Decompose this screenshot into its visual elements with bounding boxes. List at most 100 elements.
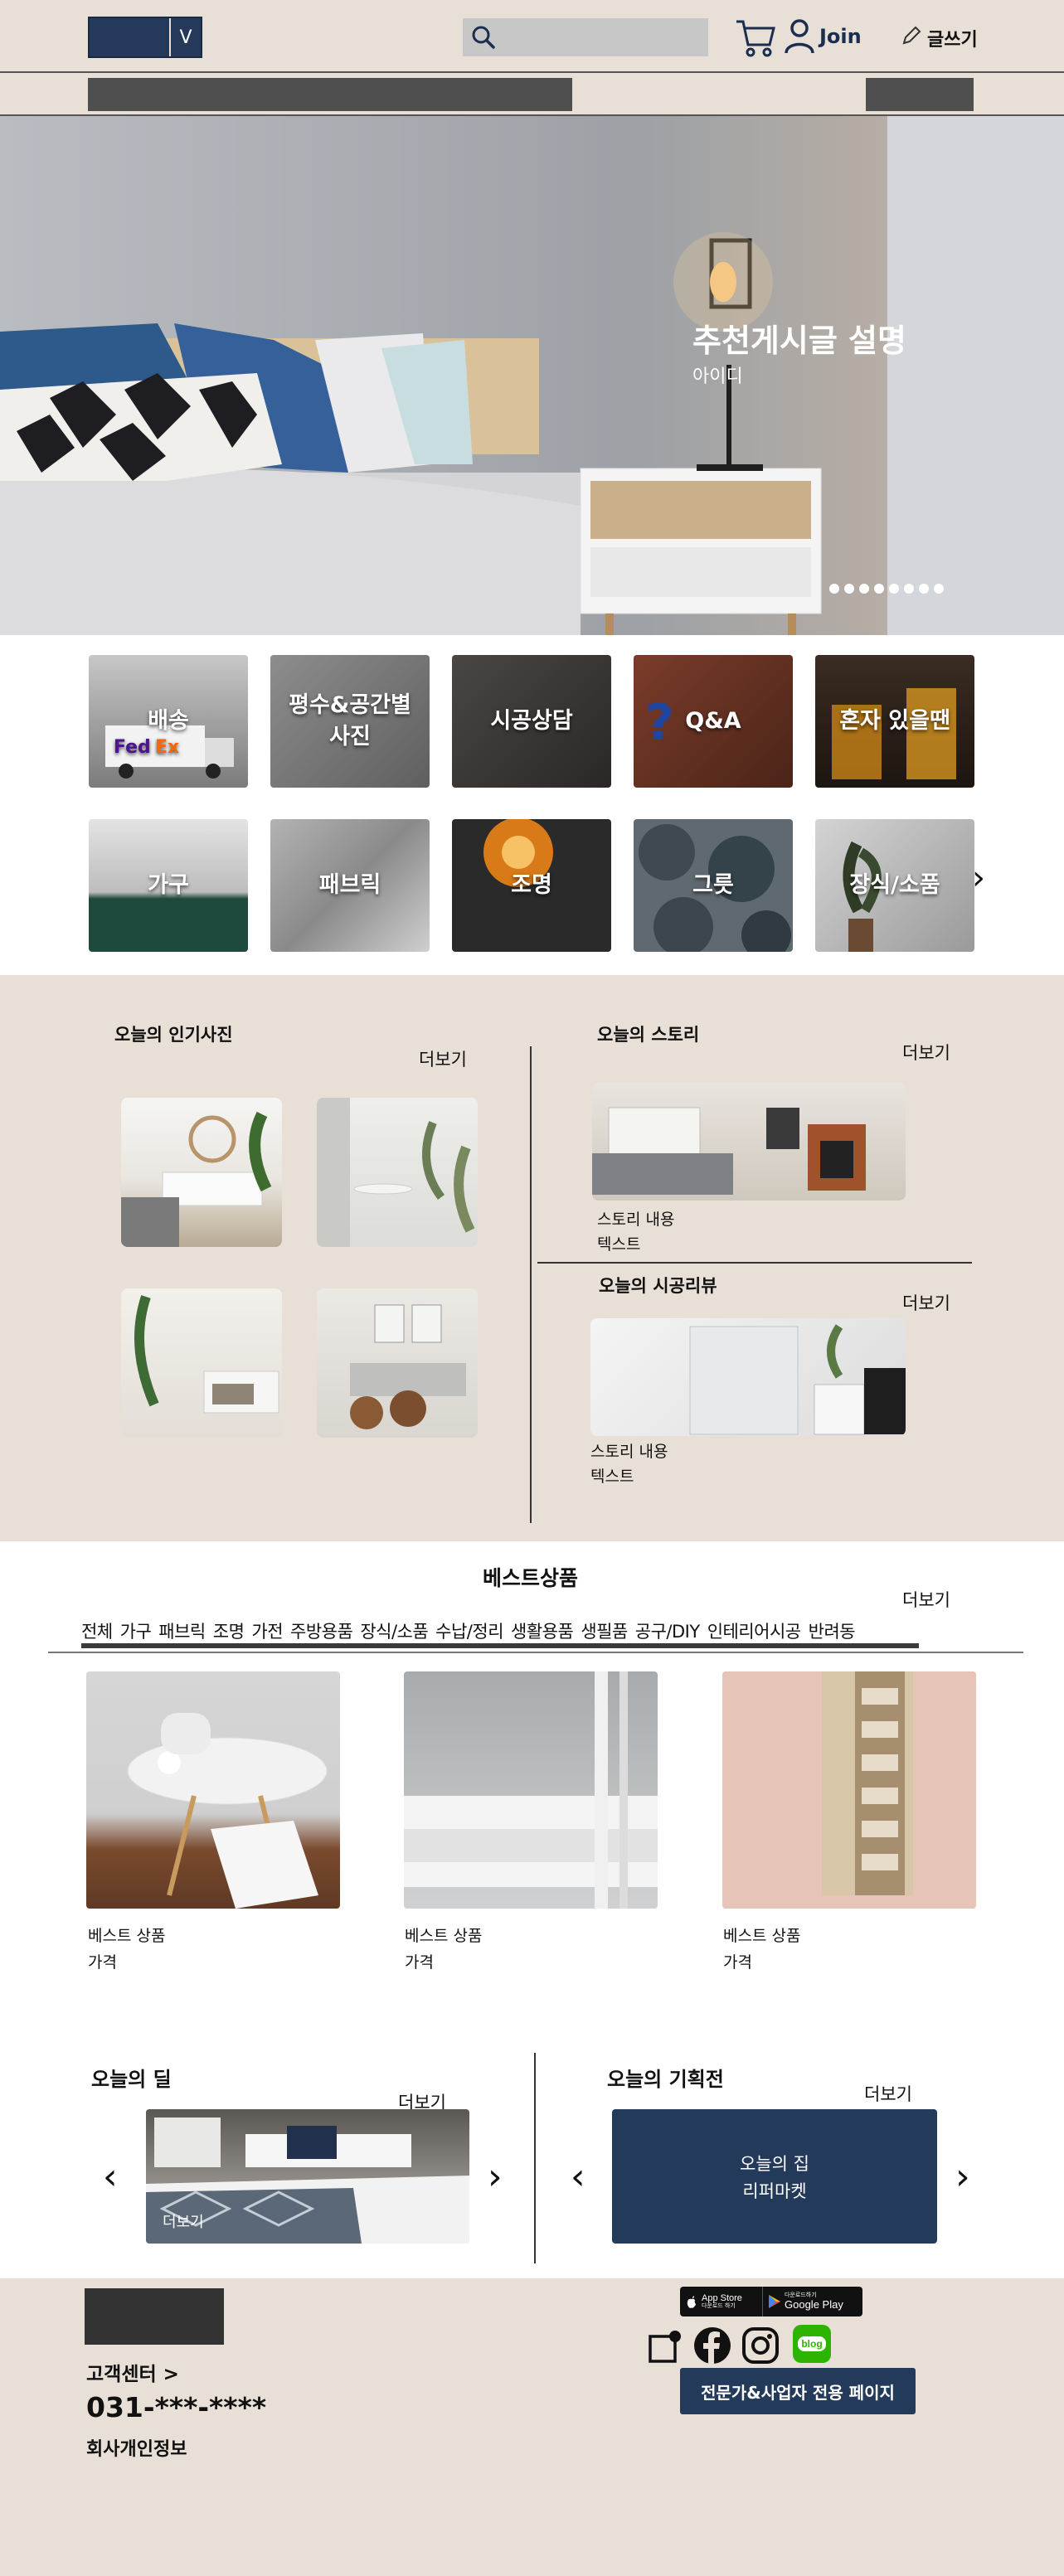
story-title: 오늘의 스토리 <box>597 1025 700 1045</box>
popular-more-link[interactable]: 더보기 <box>419 1046 467 1071</box>
carousel-dot[interactable] <box>829 584 839 594</box>
carousel-dot[interactable] <box>844 584 854 594</box>
google-play-icon <box>769 2295 780 2308</box>
plan-card[interactable]: 오늘의 집 리퍼마켓 <box>612 2109 937 2244</box>
best-product-image-2[interactable] <box>404 1671 658 1909</box>
category-tile-lighting[interactable]: 조명 <box>452 819 611 952</box>
plan-next-arrow[interactable]: › <box>955 2156 970 2198</box>
photo-image <box>134 1295 279 1414</box>
best-tab[interactable]: 생활용품 <box>511 1622 574 1642</box>
deal-prev-arrow[interactable]: ‹ <box>103 2156 118 2198</box>
deal-title: 오늘의 딜 <box>91 2068 172 2091</box>
best-product-name-3[interactable]: 베스트 상품 <box>723 1924 800 1948</box>
review-thumbnail[interactable] <box>590 1318 906 1436</box>
category-next-arrow[interactable]: › <box>972 859 985 897</box>
app-download-badges: App Store 다운로드 하기 다운로드하기 Google Play <box>680 2287 862 2316</box>
story-thumbnail[interactable] <box>592 1083 906 1201</box>
category-label: 가구 <box>148 872 189 899</box>
deal-caption: 더보기 <box>163 2214 204 2231</box>
plan-card-line2: 리퍼마켓 <box>742 2181 807 2201</box>
category-label: 배송 <box>148 708 189 735</box>
category-tile-qna[interactable]: ? Q&A <box>634 655 793 788</box>
best-tab[interactable]: 수납/정리 <box>435 1622 503 1642</box>
best-tab[interactable]: 장식/소품 <box>360 1622 428 1642</box>
sub-nav-action[interactable] <box>866 78 974 111</box>
best-tab[interactable]: 가구 <box>120 1622 152 1642</box>
story-text-2: 텍스트 <box>597 1235 641 1254</box>
category-tile-furniture[interactable]: 가구 <box>89 819 248 952</box>
photo-image <box>404 1671 658 1909</box>
popular-photo-1[interactable] <box>121 1098 282 1247</box>
best-product-name-2[interactable]: 베스트 상품 <box>405 1924 482 1948</box>
best-tab[interactable]: 인테리어시공 <box>707 1622 801 1642</box>
best-product-name-1[interactable]: 베스트 상품 <box>88 1924 165 1948</box>
app-store-badge[interactable]: App Store 다운로드 하기 <box>680 2287 763 2316</box>
svg-text:Ex: Ex <box>155 737 179 758</box>
category-tile-consult[interactable]: 시공상담 <box>452 655 611 788</box>
sub-nav-menu[interactable] <box>88 78 572 111</box>
best-tab[interactable]: 주방용품 <box>290 1622 353 1642</box>
best-more-link[interactable]: 더보기 <box>902 1587 950 1612</box>
story-more-link[interactable]: 더보기 <box>902 1040 950 1065</box>
carousel-dot[interactable] <box>859 584 869 594</box>
best-tab[interactable]: 조명 <box>213 1622 245 1642</box>
category-label: 혼자 있을땐 <box>839 708 950 735</box>
carousel-dot[interactable] <box>874 584 884 594</box>
carousel-dot[interactable] <box>904 584 914 594</box>
logo-dropdown[interactable]: V <box>169 18 201 56</box>
popular-photo-3[interactable] <box>121 1288 282 1438</box>
best-product-image-1[interactable] <box>86 1671 340 1909</box>
footer-privacy[interactable]: 회사개인정보 <box>86 2434 187 2461</box>
plan-more-link[interactable]: 더보기 <box>864 2081 912 2106</box>
facebook-icon[interactable] <box>693 2326 731 2365</box>
user-icon[interactable] <box>783 18 816 55</box>
hero-image <box>0 116 1064 635</box>
footer-logo <box>85 2288 224 2345</box>
app-store-sub: 다운로드 하기 <box>702 2302 736 2310</box>
category-tile-dishes[interactable]: 그릇 <box>634 819 793 952</box>
search-input[interactable] <box>463 18 708 56</box>
popular-photo-2[interactable] <box>317 1098 478 1247</box>
carousel-dot[interactable] <box>889 584 899 594</box>
google-play-badge[interactable]: 다운로드하기 Google Play <box>763 2287 862 2316</box>
review-more-link[interactable]: 더보기 <box>902 1290 950 1315</box>
deal-next-arrow[interactable]: › <box>488 2156 503 2198</box>
best-tab[interactable]: 생필품 <box>581 1622 628 1642</box>
site-logo[interactable]: V <box>88 17 202 58</box>
instagram-icon[interactable] <box>741 2326 780 2365</box>
cart-icon[interactable] <box>735 18 776 58</box>
popular-photo-4[interactable] <box>317 1288 478 1438</box>
tabs-underline <box>81 1643 919 1648</box>
write-link[interactable]: 글쓰기 <box>927 25 978 51</box>
carousel-dot[interactable] <box>919 584 929 594</box>
best-tab[interactable]: 반려동 <box>809 1622 856 1642</box>
pro-page-button[interactable]: 전문가&사업자 전용 페이지 <box>680 2368 916 2414</box>
category-tile-delivery[interactable]: Fed Ex 배송 <box>89 655 248 788</box>
category-tile-decor[interactable]: 장식/소품 <box>815 819 974 952</box>
sub-navigation <box>0 73 1064 116</box>
carousel-dots[interactable] <box>829 584 944 594</box>
best-tab[interactable]: 패브릭 <box>158 1622 206 1642</box>
plan-prev-arrow[interactable]: ‹ <box>571 2156 585 2198</box>
category-tile-fabric[interactable]: 패브릭 <box>270 819 430 952</box>
category-label: 시공상담 <box>490 708 573 735</box>
store-icon[interactable] <box>647 2328 683 2365</box>
blog-icon[interactable]: blog <box>793 2325 831 2363</box>
carousel-dot[interactable] <box>934 584 944 594</box>
customer-center-link[interactable]: 고객센터 > <box>86 2358 179 2386</box>
deal-image[interactable]: 더보기 <box>146 2109 469 2244</box>
story-text-1: 스토리 내용 <box>597 1210 675 1229</box>
join-link[interactable]: Join <box>819 25 862 48</box>
best-product-image-3[interactable] <box>722 1671 976 1909</box>
svg-text:Fed: Fed <box>114 737 151 758</box>
plan-title: 오늘의 기획전 <box>607 2068 724 2091</box>
category-tile-space[interactable]: 평수&공간별 사진 <box>270 655 430 788</box>
hero-banner[interactable]: 추천게시글 설명 아이디 <box>0 116 1064 635</box>
category-label: 패브릭 <box>318 872 381 899</box>
category-tile-alone[interactable]: 혼자 있을땐 <box>815 655 974 788</box>
category-label: 장식/소품 <box>849 872 940 899</box>
best-tab[interactable]: 공구/DIY <box>635 1622 700 1642</box>
best-tab[interactable]: 가전 <box>251 1622 283 1642</box>
best-tab[interactable]: 전체 <box>81 1622 113 1642</box>
photo-image <box>350 1304 466 1429</box>
